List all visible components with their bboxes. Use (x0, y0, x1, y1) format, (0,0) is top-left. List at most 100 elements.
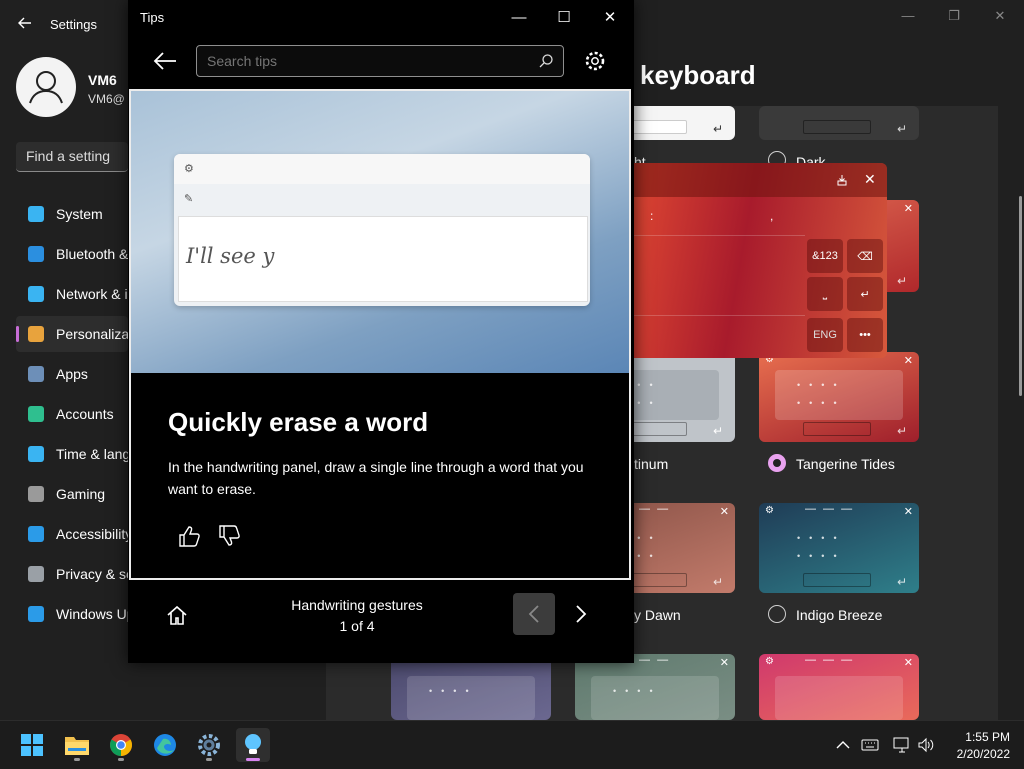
search-tips-input[interactable] (196, 45, 564, 77)
avatar[interactable] (16, 57, 76, 117)
clock-date[interactable]: 2/20/2022 (944, 747, 1010, 761)
tip-page-indicator: 1 of 4 (339, 618, 375, 634)
gear-icon[interactable] (584, 50, 606, 72)
sidebar-item-accessibility[interactable]: Accessibility (16, 516, 128, 552)
sidebar-item-personalization[interactable]: Personalization (16, 316, 128, 352)
numbers-key[interactable]: &123 (807, 239, 843, 273)
home-icon[interactable] (166, 604, 188, 626)
theme-radio-tangerine-tides[interactable] (768, 454, 786, 472)
sidebar-item-label: Apps (56, 366, 88, 382)
user-name: VM6 (88, 72, 117, 88)
symbol-comma-key[interactable]: , (770, 209, 773, 223)
more-key[interactable]: ••• (847, 318, 883, 352)
illustration-pen-icon: ✎ (184, 193, 194, 205)
minimize-icon[interactable]: — (496, 4, 542, 30)
tips-window: Tips — ☐ ✕ ⚙ ✎ I'll see y Quickly erase … (128, 0, 634, 663)
sidebar-item-label: System (56, 206, 103, 222)
apps-icon (28, 366, 44, 382)
sidebar-item-network-internet[interactable]: Network & internet (16, 276, 128, 312)
thumbs-down-icon[interactable] (217, 523, 243, 549)
page-title: keyboard (640, 60, 756, 90)
sidebar-item-accounts[interactable]: Accounts (16, 396, 128, 432)
user-email: VM6@ (88, 92, 125, 106)
chevron-right-icon (576, 605, 587, 623)
backspace-icon[interactable]: ⌫ (847, 239, 883, 273)
scrollbar[interactable] (1019, 196, 1022, 396)
theme-thumbnail-tangerine-tides[interactable]: ⚙ ✕ •••• •••• ↵ (759, 352, 919, 442)
theme-thumbnail-indigo-breeze[interactable]: ⚙ — — — ✕ •••• •••• ↵ (759, 503, 919, 593)
sidebar-item-windows-update[interactable]: Windows Update (16, 596, 128, 632)
theme-label-indigo-breeze: Indigo Breeze (796, 607, 883, 623)
close-icon[interactable]: ✕ (587, 4, 633, 30)
gamepad-icon (28, 486, 44, 502)
sidebar-item-apps[interactable]: Apps (16, 356, 128, 392)
person-icon (29, 71, 63, 104)
previous-tip-button[interactable] (513, 593, 555, 635)
search-icon[interactable] (538, 53, 554, 69)
edge-icon[interactable] (148, 728, 182, 762)
chevron-up-icon[interactable] (834, 737, 852, 753)
back-arrow-icon[interactable] (16, 14, 34, 32)
tips-footer: Handwriting gestures 1 of 4 (128, 582, 634, 663)
shield-icon (28, 566, 44, 582)
maximize-icon[interactable]: ☐ (541, 4, 587, 30)
windows-start-icon[interactable] (15, 728, 49, 762)
tip-collection-title: Handwriting gestures (291, 597, 423, 613)
clock-globe-icon (28, 446, 44, 462)
theme-thumbnail-row4-a[interactable]: •••• (391, 654, 551, 720)
sidebar-item-gaming[interactable]: Gaming (16, 476, 128, 512)
tip-body: In the handwriting panel, draw a single … (168, 459, 584, 497)
chrome-icon[interactable] (104, 728, 138, 762)
theme-radio-indigo-breeze[interactable] (768, 605, 786, 623)
enter-icon[interactable]: ↵ (847, 277, 883, 311)
wifi-icon (28, 286, 44, 302)
language-key[interactable]: ENG (807, 318, 843, 352)
monitor-icon (28, 206, 44, 222)
tips-title: Tips (140, 10, 165, 25)
tips-icon[interactable] (236, 728, 270, 762)
minimize-icon[interactable]: — (898, 8, 918, 24)
sidebar-item-privacy-security[interactable]: Privacy & security (16, 556, 128, 592)
theme-thumbnail-dark[interactable]: ↵ (759, 106, 919, 140)
illustration-window: ⚙ ✎ I'll see y (174, 154, 590, 306)
settings-title: Settings (50, 17, 97, 32)
sidebar-item-label: Accounts (56, 406, 114, 422)
theme-thumbnail-row4-b[interactable]: — — — ✕ •••• (575, 654, 735, 720)
maximize-icon[interactable]: ❐ (944, 8, 964, 24)
tip-illustration: ⚙ ✎ I'll see y (131, 91, 629, 373)
sidebar-item-label: Personalization (56, 326, 128, 342)
dock-icon[interactable] (835, 173, 849, 187)
symbol-colon-key[interactable]: : (650, 209, 653, 223)
next-tip-button[interactable] (560, 593, 602, 635)
sidebar-item-label: Network & internet (56, 286, 128, 302)
theme-thumbnail-row4-c[interactable]: ⚙ — — — ✕ (759, 654, 919, 720)
settings-icon[interactable] (192, 728, 226, 762)
keyboard-icon[interactable] (861, 737, 879, 753)
close-icon[interactable]: ✕ (864, 171, 876, 188)
theme-label-tangerine-tides: Tangerine Tides (796, 456, 895, 472)
sidebar-item-system[interactable]: System (16, 196, 128, 232)
clock-time[interactable]: 1:55 PM (960, 730, 1010, 744)
chevron-left-icon (528, 605, 539, 623)
sidebar-item-time-language[interactable]: Time & language (16, 436, 128, 472)
back-arrow-icon[interactable] (152, 50, 178, 72)
volume-icon[interactable] (917, 737, 935, 753)
space-icon[interactable]: ⎵ (807, 277, 843, 311)
pen-menu-icon[interactable] (893, 737, 911, 753)
person-icon (28, 406, 44, 422)
brush-icon (28, 326, 44, 342)
accessibility-icon (28, 526, 44, 542)
close-icon[interactable]: ✕ (990, 8, 1010, 24)
sidebar-item-bluetooth-devices[interactable]: Bluetooth & devices (16, 236, 128, 272)
illustration-handwriting-text: I'll see y (186, 244, 275, 268)
theme-label-dusty-dawn: y Dawn (634, 607, 681, 623)
illustration-titlebar (174, 154, 590, 184)
find-setting-input[interactable]: Find a setting (16, 142, 128, 172)
thumbs-up-icon[interactable] (177, 523, 203, 549)
sidebar-item-label: Accessibility (56, 526, 128, 542)
file-explorer-icon[interactable] (60, 728, 94, 762)
tip-card: ⚙ ✎ I'll see y Quickly erase a word In t… (129, 89, 631, 580)
selection-indicator (16, 326, 19, 342)
bluetooth-icon (28, 246, 44, 262)
illustration-gear-icon: ⚙ (184, 163, 194, 175)
